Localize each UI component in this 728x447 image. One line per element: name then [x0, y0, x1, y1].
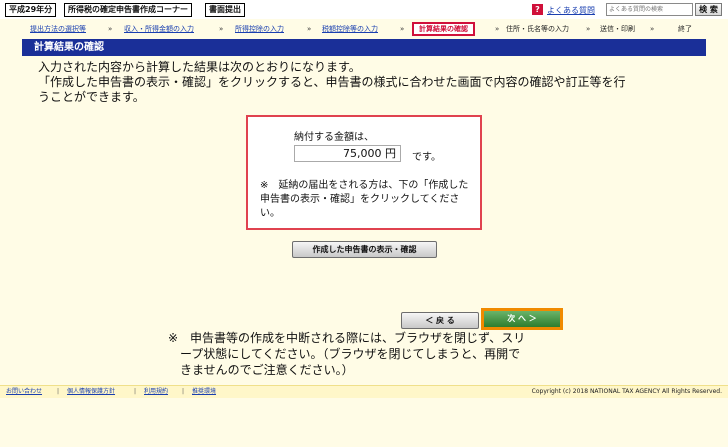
step-income-entry[interactable]: 収入・所得金額の入力 — [124, 25, 194, 34]
step-arrow-icon: » — [586, 25, 591, 33]
section-title: 計算結果の確認 — [22, 39, 706, 56]
step-submission-method[interactable]: 提出方法の選択等 — [30, 25, 86, 34]
paper-submission-tag: 書面提出 — [205, 3, 245, 17]
intro-line-1: 入力された内容から計算した結果は次のとおりになります。 — [38, 60, 361, 74]
footer-separator: | — [182, 388, 185, 395]
warning-line-1: ※ 申告書等の作成を中断される際には、ブラウザを閉じず、スリ — [168, 331, 526, 345]
next-button[interactable]: 次 へ ＞ — [484, 311, 560, 327]
payment-amount-label: 納付する金額は、 — [294, 132, 374, 143]
step-navigation: 提出方法の選択等 » 収入・所得金額の入力 » 所得控除の入力 » 税額控除等の… — [22, 22, 706, 37]
step-arrow-icon: » — [219, 25, 224, 33]
step-arrow-icon: » — [400, 25, 405, 33]
tax-year-tag: 平成29年分 — [5, 3, 57, 17]
step-tax-credit-entry[interactable]: 税額控除等の入力 — [322, 25, 378, 34]
warning-line-3: きませんのでご注意ください。） — [180, 363, 354, 377]
faq-link[interactable]: よくある質問 — [547, 5, 595, 16]
help-icon[interactable]: ? — [532, 4, 543, 15]
footer-contact-link[interactable]: お問い合わせ — [6, 386, 42, 398]
step-arrow-icon: » — [307, 25, 312, 33]
step-result-check: 計算結果の確認 — [412, 22, 475, 36]
payment-amount-value: 75,000 円 — [294, 145, 401, 162]
deferral-note: ※ 延納の届出をされる方は、下の「作成した申告書の表示・確認」をクリックしてくだ… — [260, 180, 469, 219]
step-arrow-icon: » — [108, 25, 113, 33]
step-address-entry: 住所・氏名等の入力 — [506, 25, 569, 33]
search-button[interactable]: 検 索 — [695, 3, 722, 16]
interrupt-warning: ※ 申告書等の作成を中断される際には、ブラウザを閉じず、スリ ープ状態にしてくだ… — [168, 330, 525, 378]
footer-terms-link[interactable]: 利用規約 — [144, 386, 168, 398]
step-arrow-icon: » — [495, 25, 500, 33]
payment-amount-suffix: です。 — [412, 152, 441, 163]
footer-separator: | — [134, 388, 137, 395]
step-deduction-entry[interactable]: 所得控除の入力 — [235, 25, 284, 34]
next-button-highlight: 次 へ ＞ — [481, 308, 563, 330]
copyright: Copyright (c) 2018 NATIONAL TAX AGENCY A… — [531, 388, 722, 395]
top-bar: 平成29年分 所得税の確定申告書作成コーナー 書面提出 ? よくある質問 検 索 — [0, 0, 728, 19]
step-send-print: 送信・印刷 — [600, 25, 635, 33]
warning-line-2: ープ状態にしてください。（ブラウザを閉じてしまうと、再開で — [180, 347, 521, 361]
intro-line-3: うことができます。 — [38, 90, 145, 104]
step-arrow-icon: » — [650, 25, 655, 33]
footer-privacy-link[interactable]: 個人情報保護方針 — [67, 386, 115, 398]
show-return-button[interactable]: 作成した申告書の表示・確認 — [292, 241, 437, 258]
step-finish: 終了 — [678, 25, 692, 33]
footer-environment-link[interactable]: 推奨環境 — [192, 386, 216, 398]
faq-search-input[interactable] — [606, 3, 693, 16]
result-panel: 納付する金額は、 75,000 円 です。 ※ 延納の届出をされる方は、下の「作… — [246, 115, 482, 230]
corner-title-tag: 所得税の確定申告書作成コーナー — [64, 3, 192, 17]
back-button[interactable]: ＜ 戻 る — [401, 312, 479, 329]
footer-separator: | — [57, 388, 60, 395]
footer: お問い合わせ | 個人情報保護方針 | 利用規約 | 推奨環境 Copyrigh… — [0, 385, 728, 398]
intro-line-2: 「作成した申告書の表示・確認」をクリックすると、申告書の様式に合わせた画面で内容… — [38, 75, 626, 89]
